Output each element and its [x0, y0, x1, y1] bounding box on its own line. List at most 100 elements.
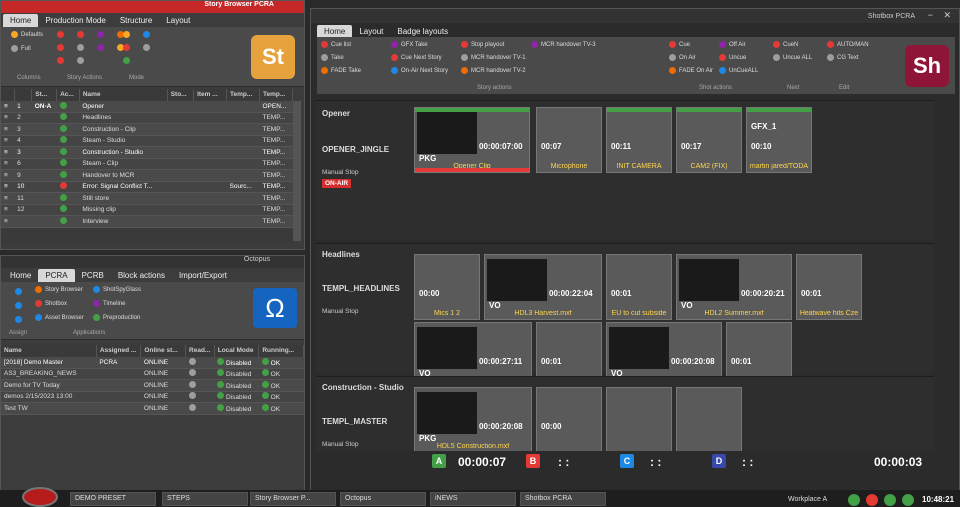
shot-card[interactable]: 00:01 EU to cut subside — [606, 254, 672, 320]
app-timeline[interactable]: Timeline — [93, 300, 125, 307]
rundown-row[interactable]: AS3_BREAKING_NEWS ONLINE Disabled OK — [1, 368, 304, 380]
row-handle-icon[interactable]: ≡ — [1, 100, 15, 113]
row-handle-icon[interactable]: ≡ — [1, 135, 15, 147]
menu-production-mode[interactable]: Production Mode — [38, 14, 112, 27]
assign-icon-2[interactable] — [15, 302, 22, 309]
rundown-row[interactable]: Test TW ONLINE Disabled OK — [1, 402, 304, 415]
row-action-icon[interactable] — [56, 158, 80, 170]
row-handle-icon[interactable]: ≡ — [1, 146, 15, 159]
shot-card[interactable]: 00:17 CAM2 (FIX) — [676, 107, 742, 173]
status-red-icon[interactable] — [866, 494, 878, 506]
shot-card[interactable]: 00:11 INIT CAMERA — [606, 107, 672, 173]
action-button[interactable]: Off Air — [719, 41, 746, 48]
action-button[interactable]: Cue Next Story — [391, 54, 442, 61]
row-handle-icon[interactable]: ≡ — [1, 215, 15, 228]
shot-card[interactable] — [606, 387, 672, 453]
menu-layout[interactable]: Layout — [159, 14, 197, 27]
cue-icon[interactable] — [97, 31, 104, 38]
row-action-icon[interactable] — [56, 146, 80, 159]
shot-card[interactable]: 00:00:20:21 VO HDL2 Summer.mxf — [676, 254, 792, 320]
action-button[interactable]: MCR handover TV-1 — [461, 54, 526, 61]
col-local-mode[interactable]: Local Mode — [214, 345, 260, 357]
row-action-icon[interactable] — [56, 192, 80, 205]
minimize-icon[interactable]: − — [928, 10, 933, 20]
shot-card[interactable]: 00:00:20:08 PKG HDL5 Construction.mxf — [414, 387, 532, 453]
action-button[interactable]: On-Air Next Story — [391, 67, 448, 74]
row-handle-icon[interactable]: ≡ — [1, 123, 15, 136]
row-action-icon[interactable] — [56, 169, 80, 182]
close-icon[interactable]: ✕ — [943, 10, 951, 21]
col-running[interactable]: Running... — [258, 345, 304, 357]
octopus-menu-block-actions[interactable]: Block actions — [111, 269, 172, 282]
col-story[interactable]: Sto... — [167, 89, 195, 101]
mode-e-icon[interactable] — [123, 57, 130, 64]
defaults-button[interactable]: Defaults — [11, 31, 43, 38]
story-row[interactable]: ≡ 3 Construction - Clip TEMP... — [1, 123, 293, 136]
octopus-menu-import-export[interactable]: Import/Export — [172, 269, 234, 282]
story-row[interactable]: ≡ 11 Still store TEMP... — [1, 192, 293, 205]
stop-icon[interactable] — [57, 31, 64, 38]
row-handle-icon[interactable]: ≡ — [1, 192, 15, 205]
assign-icon[interactable] — [15, 288, 22, 295]
action-button[interactable]: UnCueALL — [719, 67, 758, 74]
taskbar-item[interactable]: Octopus — [340, 492, 426, 506]
mode-a-icon[interactable] — [123, 31, 130, 38]
app-asset-browser[interactable]: Asset Browser — [35, 314, 84, 321]
shot-card[interactable]: 00:07 Microphone — [536, 107, 602, 173]
row-handle-icon[interactable]: ≡ — [1, 204, 15, 216]
action-button[interactable]: CueN — [773, 41, 798, 48]
col-status[interactable]: St... — [31, 89, 58, 101]
action-button[interactable]: MCR handover TV-3 — [531, 41, 596, 48]
taskbar-item[interactable]: STEPS — [162, 492, 248, 506]
story-row[interactable]: ≡ 6 Steam - Clip TEMP... — [1, 158, 293, 170]
status-s-icon[interactable] — [884, 494, 896, 506]
onair-icon[interactable] — [57, 57, 64, 64]
rundown-row[interactable]: demos 2/15/2023 13:00 ONLINE Disabled OK — [1, 391, 304, 403]
shot-card[interactable]: 00:00:22:04 VO HDL3 Harvest.mxf — [484, 254, 602, 320]
row-action-icon[interactable] — [56, 204, 80, 216]
action-button[interactable]: On Air — [669, 54, 696, 61]
shot-card[interactable]: 00:00 — [536, 387, 602, 453]
app-shotspyglass[interactable]: ShotSpyGlass — [93, 286, 141, 293]
col-online[interactable]: Online st... — [140, 345, 187, 357]
shot-card[interactable]: 00:10 GFX_1 martin jared/TODA — [746, 107, 812, 173]
taskbar-item[interactable]: iNEWS — [430, 492, 516, 506]
app-shotbox[interactable]: Shotbox — [35, 300, 67, 307]
row-handle-icon[interactable]: ≡ — [1, 112, 15, 124]
action-button[interactable]: Take — [321, 54, 344, 61]
app-preproduction[interactable]: Preproduction — [93, 314, 140, 321]
col-temp2[interactable]: Temp... — [259, 89, 293, 101]
col-name[interactable]: Name — [79, 89, 168, 101]
rundown-row[interactable]: Demo for TV Today ONLINE Disabled OK — [1, 379, 304, 392]
action-button[interactable]: Cue list — [321, 41, 351, 48]
take-icon[interactable] — [57, 44, 64, 51]
row-handle-icon[interactable]: ≡ — [1, 169, 15, 182]
story-row[interactable]: ≡ Interview TEMP... — [1, 215, 293, 228]
col-ready[interactable]: Read... — [185, 345, 215, 357]
stories-scrollbar[interactable] — [293, 101, 301, 241]
hold-icon[interactable] — [77, 44, 84, 51]
octopus-menu-pcrb[interactable]: PCRB — [75, 269, 111, 282]
shot-card[interactable]: 00:00 Mics 1 2 — [414, 254, 480, 320]
shot-card[interactable]: 00:01 Heatwave hits Cze — [796, 254, 862, 320]
skip-icon[interactable] — [77, 57, 84, 64]
row-action-icon[interactable] — [56, 215, 80, 228]
start-button[interactable] — [22, 487, 58, 507]
mode-d-icon[interactable] — [143, 44, 150, 51]
mode-c-icon[interactable] — [123, 44, 130, 51]
octopus-menu-home[interactable]: Home — [3, 269, 38, 282]
octopus-menu-pcra[interactable]: PCRA — [38, 269, 75, 282]
story-row[interactable]: ≡ 2 Headlines TEMP... — [1, 112, 293, 124]
story-row[interactable]: ≡ 10 Error: Signal Conflict T... Sourc... TE… — [1, 181, 293, 193]
taskbar-item[interactable]: DEMO PRESET — [70, 492, 156, 506]
action-button[interactable]: CG Text — [827, 54, 859, 61]
status-green-icon[interactable] — [848, 494, 860, 506]
story-row[interactable]: ≡ 9 Handover to MCR TEMP... — [1, 169, 293, 182]
rundown-row[interactable]: [2018] Demo Master PCRA ONLINE Disabled OK — [1, 356, 304, 369]
action-button[interactable]: Uncue — [719, 54, 746, 61]
col-temp1[interactable]: Temp... — [226, 89, 260, 101]
action-button[interactable]: Cue — [669, 41, 690, 48]
col-assigned[interactable]: Assigned ... — [96, 345, 142, 357]
story-row[interactable]: ≡ 12 Missing clip TEMP... — [1, 204, 293, 216]
assign-icon-3[interactable] — [15, 316, 22, 323]
